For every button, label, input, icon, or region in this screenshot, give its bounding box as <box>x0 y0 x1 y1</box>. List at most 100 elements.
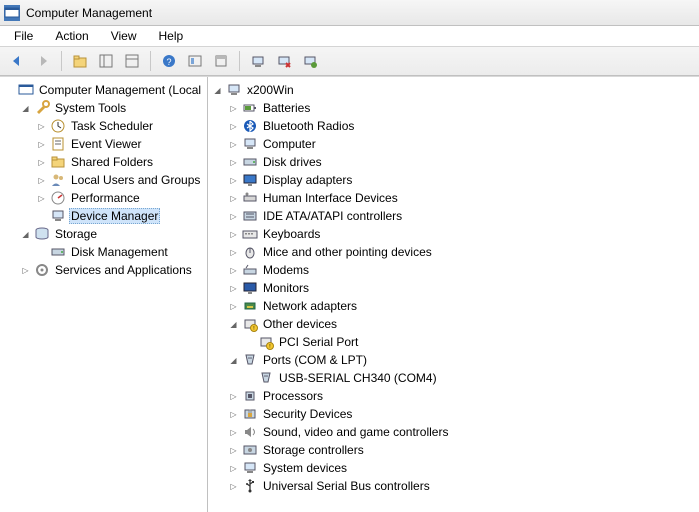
tree-label: Universal Serial Bus controllers <box>261 479 432 493</box>
show-hide-tree-button[interactable] <box>95 50 117 72</box>
expander-icon[interactable]: ▷ <box>36 193 47 204</box>
clock-icon <box>50 118 66 134</box>
svg-text:!: ! <box>269 344 270 350</box>
scan-button[interactable] <box>247 50 269 72</box>
cat-mice[interactable]: ▷Mice and other pointing devices <box>228 243 699 261</box>
uninstall-button[interactable] <box>273 50 295 72</box>
update-button[interactable] <box>299 50 321 72</box>
cat-disk-drives[interactable]: ▷Disk drives <box>228 153 699 171</box>
cat-display[interactable]: ▷Display adapters <box>228 171 699 189</box>
tree-local-users[interactable]: ▷ Local Users and Groups <box>36 171 207 189</box>
help-button[interactable]: ? <box>158 50 180 72</box>
dev-usb-serial-ch340[interactable]: ▷USB-SERIAL CH340 (COM4) <box>244 369 699 387</box>
menu-file[interactable]: File <box>4 27 43 45</box>
toolbar-icon[interactable] <box>210 50 232 72</box>
tree-services-apps[interactable]: ▷ Services and Applications <box>20 261 207 279</box>
tree-root[interactable]: ▷ Computer Management (Local <box>4 81 207 99</box>
cat-batteries[interactable]: ▷Batteries <box>228 99 699 117</box>
expander-icon[interactable]: ▷ <box>228 139 239 150</box>
expander-icon[interactable]: ▷ <box>36 157 47 168</box>
performance-icon <box>50 190 66 206</box>
tree-event-viewer[interactable]: ▷ Event Viewer <box>36 135 207 153</box>
expander-icon[interactable]: ▷ <box>228 445 239 456</box>
expander-icon[interactable]: ▷ <box>228 103 239 114</box>
expander-icon[interactable]: ▷ <box>228 463 239 474</box>
tree-storage[interactable]: ◢ Storage <box>20 225 207 243</box>
expander-icon[interactable]: ▷ <box>228 481 239 492</box>
dev-pci-serial[interactable]: ▷!PCI Serial Port <box>244 333 699 351</box>
expander-icon[interactable]: ▷ <box>36 139 47 150</box>
expander-icon[interactable]: ▷ <box>228 193 239 204</box>
security-icon <box>242 406 258 422</box>
tree-label: Sound, video and game controllers <box>261 425 450 439</box>
titlebar: Computer Management <box>0 0 699 26</box>
cat-ide[interactable]: ▷IDE ATA/ATAPI controllers <box>228 207 699 225</box>
tree-label: Performance <box>69 191 142 205</box>
cat-hid[interactable]: ▷ Human Interface Devices <box>228 189 699 207</box>
cat-bluetooth[interactable]: ▷Bluetooth Radios <box>228 117 699 135</box>
properties-button[interactable] <box>121 50 143 72</box>
cat-keyboards[interactable]: ▷Keyboards <box>228 225 699 243</box>
console-tree-pane[interactable]: ▷ Computer Management (Local ◢ System To… <box>0 77 208 512</box>
expander-icon[interactable]: ▷ <box>228 283 239 294</box>
tree-shared-folders[interactable]: ▷ Shared Folders <box>36 153 207 171</box>
tree-system-tools[interactable]: ◢ System Tools <box>20 99 207 117</box>
expander-icon[interactable]: ◢ <box>212 85 223 96</box>
expander-icon[interactable]: ▷ <box>228 229 239 240</box>
toolbar-icon[interactable] <box>184 50 206 72</box>
disk-icon <box>50 244 66 260</box>
forward-button[interactable] <box>32 50 54 72</box>
menu-view[interactable]: View <box>101 27 147 45</box>
cat-modems[interactable]: ▷Modems <box>228 261 699 279</box>
tree-label: Human Interface Devices <box>261 191 400 205</box>
expander-icon[interactable]: ▷ <box>20 265 31 276</box>
expander-icon[interactable]: ◢ <box>228 319 239 330</box>
app-icon <box>4 5 20 21</box>
back-button[interactable] <box>6 50 28 72</box>
tree-label: Disk Management <box>69 245 170 259</box>
warning-device-icon: ! <box>258 334 274 350</box>
expander-icon[interactable]: ▷ <box>228 157 239 168</box>
cat-usb[interactable]: ▷ Universal Serial Bus controllers <box>228 477 699 495</box>
computer-node[interactable]: ◢ x200Win <box>212 81 699 99</box>
cat-network[interactable]: ▷ Network adapters <box>228 297 699 315</box>
expander-icon[interactable]: ◢ <box>20 103 31 114</box>
up-button[interactable] <box>69 50 91 72</box>
shared-folder-icon <box>50 154 66 170</box>
expander-icon[interactable]: ▷ <box>228 301 239 312</box>
tree-label: Network adapters <box>261 299 359 313</box>
expander-icon[interactable]: ▷ <box>36 121 47 132</box>
tree-performance[interactable]: ▷ Performance <box>36 189 207 207</box>
expander-icon[interactable]: ◢ <box>228 355 239 366</box>
tree-disk-management[interactable]: ▷ Disk Management <box>36 243 207 261</box>
usb-icon <box>242 478 258 494</box>
tree-label: System Tools <box>53 101 128 115</box>
expander-icon[interactable]: ▷ <box>228 175 239 186</box>
expander-icon[interactable]: ▷ <box>228 265 239 276</box>
expander-icon[interactable]: ▷ <box>228 247 239 258</box>
cat-storage-controllers[interactable]: ▷Storage controllers <box>228 441 699 459</box>
expander-icon[interactable]: ▷ <box>228 391 239 402</box>
cat-monitors[interactable]: ▷Monitors <box>228 279 699 297</box>
cat-system-devices[interactable]: ▷System devices <box>228 459 699 477</box>
cat-sound[interactable]: ▷ Sound, video and game controllers <box>228 423 699 441</box>
expander-icon[interactable]: ▷ <box>36 175 47 186</box>
expander-icon[interactable]: ▷ <box>228 121 239 132</box>
ide-icon <box>242 208 258 224</box>
device-tree-pane[interactable]: ◢ x200Win ▷Batteries ▷Bluetooth Radios ▷… <box>208 77 699 512</box>
expander-icon[interactable]: ▷ <box>228 409 239 420</box>
expander-icon[interactable]: ◢ <box>20 229 31 240</box>
tree-device-manager[interactable]: ▷ Device Manager <box>36 207 207 225</box>
menu-action[interactable]: Action <box>45 27 98 45</box>
system-icon <box>242 460 258 476</box>
menu-help[interactable]: Help <box>149 27 194 45</box>
cat-processors[interactable]: ▷Processors <box>228 387 699 405</box>
cat-ports[interactable]: ◢Ports (COM & LPT) <box>228 351 699 369</box>
expander-icon[interactable]: ▷ <box>228 427 239 438</box>
expander-icon[interactable]: ▷ <box>228 211 239 222</box>
cat-computer[interactable]: ▷Computer <box>228 135 699 153</box>
tree-task-scheduler[interactable]: ▷ Task Scheduler <box>36 117 207 135</box>
cat-other-devices[interactable]: ◢!Other devices <box>228 315 699 333</box>
ports-icon <box>242 352 258 368</box>
cat-security[interactable]: ▷Security Devices <box>228 405 699 423</box>
